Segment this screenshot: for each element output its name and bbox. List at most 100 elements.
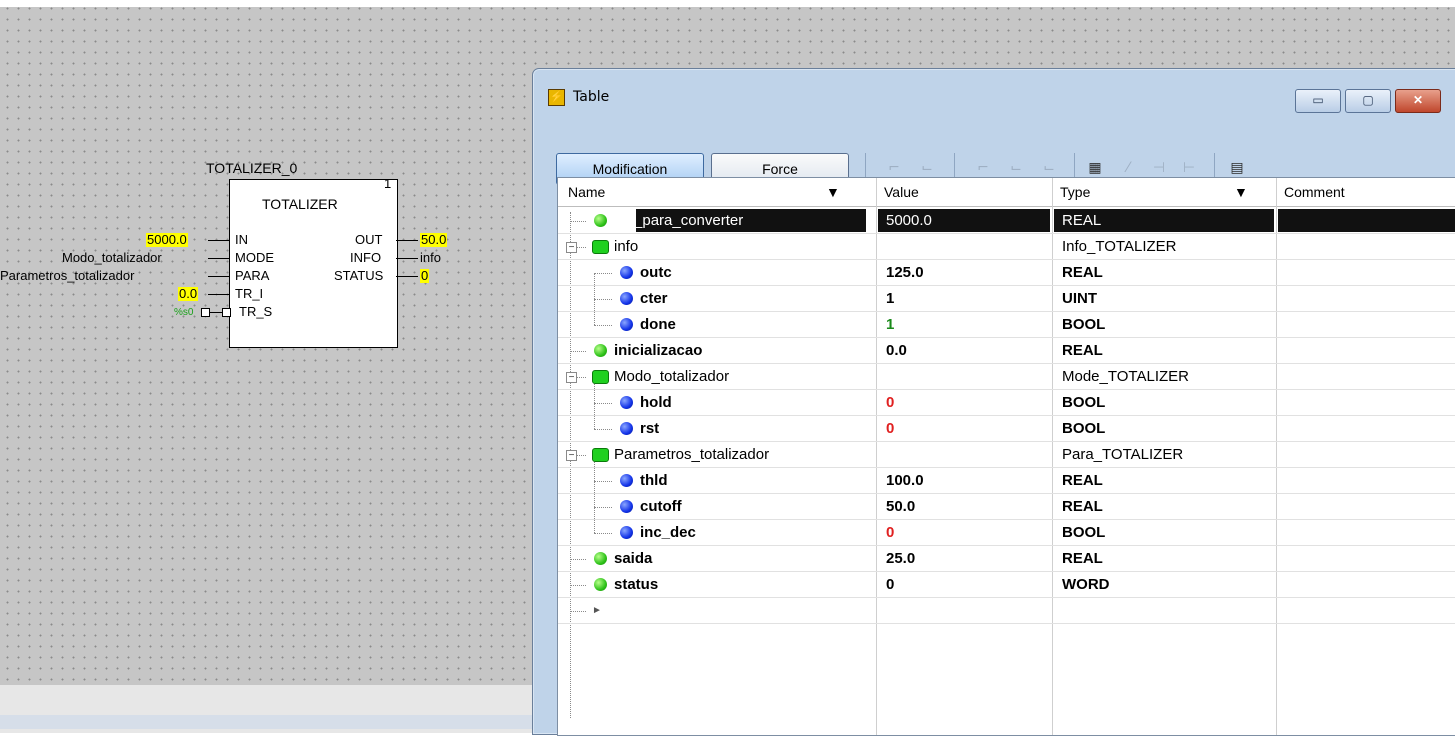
variable-icon — [594, 214, 607, 227]
structure-icon — [592, 370, 609, 384]
variable-name[interactable]: cter — [640, 286, 668, 311]
field-icon — [620, 422, 633, 435]
field-icon — [620, 526, 633, 539]
variable-value[interactable]: 1 — [886, 312, 894, 337]
name-sort-icon[interactable]: ▼ — [826, 178, 840, 206]
variable-name[interactable]: Parametros_totalizador — [614, 442, 769, 467]
tree-connector — [594, 325, 612, 326]
table-window[interactable]: ⚡ Table ▭ ▢ ✕ Modification Force ⌐ ⌙ ⌐ ⌙… — [532, 68, 1455, 736]
set-rising-icon[interactable]: ⌐ — [884, 159, 904, 177]
variable-value[interactable]: 125.0 — [886, 260, 924, 285]
force-falling-icon[interactable]: ⌙ — [1006, 159, 1026, 177]
field-icon — [620, 500, 633, 513]
table-row[interactable] — [558, 468, 1455, 494]
column-header-comment[interactable]: Comment — [1284, 178, 1345, 206]
maximize-button[interactable]: ▢ — [1345, 89, 1391, 113]
variable-value[interactable]: 0 — [886, 520, 894, 545]
variable-name[interactable]: rst — [640, 416, 659, 441]
variable-name[interactable]: info — [614, 234, 638, 259]
variable-name[interactable]: Modo_totalizador — [614, 364, 729, 389]
structure-icon — [592, 240, 609, 254]
unforce-icon[interactable]: ⌙ — [1039, 159, 1059, 177]
variable-name[interactable]: saida — [614, 546, 652, 571]
block-instance-name[interactable]: TOTALIZER_0 — [206, 160, 297, 176]
value-mode[interactable]: Modo_totalizador — [62, 251, 162, 265]
variable-name[interactable]: thld — [640, 468, 668, 493]
wire-info — [396, 258, 418, 259]
status-band — [0, 715, 540, 729]
variable-icon — [594, 344, 607, 357]
canvas-top-edge — [0, 0, 1455, 7]
table-row[interactable] — [558, 260, 1455, 286]
variable-value[interactable]: 25.0 — [886, 546, 915, 571]
variable-name[interactable]: outc — [640, 260, 672, 285]
table-row[interactable] — [558, 286, 1455, 312]
minimize-button[interactable]: ▭ — [1295, 89, 1341, 113]
variable-name[interactable]: status — [614, 572, 658, 597]
variable-value[interactable]: 1 — [886, 286, 894, 311]
table-row[interactable] — [558, 598, 1455, 624]
tree-connector — [570, 559, 586, 560]
variable-type: Info_TOTALIZER — [1062, 238, 1177, 255]
variable-name[interactable]: EA_para_converter — [614, 208, 743, 233]
value-info[interactable]: info — [420, 251, 441, 265]
variable-value[interactable]: 0 — [886, 416, 894, 441]
tree-connector — [570, 611, 586, 612]
column-header-value[interactable]: Value — [884, 178, 919, 206]
variable-type: UINT — [1062, 290, 1097, 307]
row-divider — [558, 623, 1455, 624]
variable-type: WORD — [1062, 576, 1110, 593]
value-tr-s[interactable]: %s0 — [174, 306, 193, 320]
variable-icon — [594, 552, 607, 565]
variable-type: REAL — [1062, 342, 1103, 359]
variable-value[interactable]: 0 — [886, 572, 894, 597]
new-row-arrow-icon[interactable]: ► — [592, 598, 602, 623]
variable-type: BOOL — [1062, 420, 1106, 437]
column-header-type[interactable]: Type — [1060, 178, 1090, 206]
variable-name[interactable]: hold — [640, 390, 672, 415]
value-in[interactable]: 5000.0 — [146, 233, 188, 247]
table-row[interactable] — [558, 546, 1455, 572]
value-para[interactable]: Parametros_totalizador — [0, 269, 134, 283]
variable-type: REAL — [1062, 472, 1103, 489]
variable-value[interactable]: 100.0 — [886, 468, 924, 493]
pin-tr-i: TR_I — [235, 286, 264, 301]
value-tr-i[interactable]: 0.0 — [178, 287, 199, 301]
tree-connector — [570, 351, 586, 352]
type-sort-icon[interactable]: ▼ — [1234, 178, 1248, 206]
set-falling-icon[interactable]: ⌙ — [917, 159, 937, 177]
monitor-icon[interactable]: ▤ — [1227, 159, 1247, 177]
table-row[interactable] — [558, 572, 1455, 598]
variable-type: BOOL — [1062, 394, 1106, 411]
grid-view-icon[interactable]: ▦ — [1085, 159, 1105, 177]
table-row[interactable] — [558, 494, 1455, 520]
close-button[interactable]: ✕ — [1395, 89, 1441, 113]
table-row[interactable] — [558, 416, 1455, 442]
bracket-arrow-icon[interactable]: ⊢ — [1179, 159, 1199, 177]
table-row[interactable] — [558, 312, 1455, 338]
variables-table[interactable]: Name ▼ Value Type ▼ Comment EA_para_conv… — [557, 177, 1455, 736]
table-app-icon: ⚡ — [548, 89, 565, 106]
tree-connector — [594, 507, 612, 508]
variable-value[interactable]: 0.0 — [886, 338, 907, 363]
bracket-icon[interactable]: ⊣ — [1149, 159, 1169, 177]
variable-name[interactable]: done — [640, 312, 676, 337]
collapse-toggle-icon[interactable]: − — [566, 450, 577, 461]
value-out[interactable]: 50.0 — [420, 233, 448, 247]
force-rising-icon[interactable]: ⌐ — [973, 159, 993, 177]
variable-name[interactable]: inc_dec — [640, 520, 696, 545]
table-row[interactable] — [558, 390, 1455, 416]
pin-out: OUT — [355, 232, 383, 247]
edit-icon[interactable]: ⁄ — [1118, 159, 1138, 177]
variable-name[interactable]: inicializacao — [614, 338, 702, 363]
collapse-toggle-icon[interactable]: − — [566, 242, 577, 253]
table-row[interactable] — [558, 234, 1455, 260]
column-header-name[interactable]: Name — [568, 178, 605, 206]
value-status[interactable]: 0 — [420, 269, 430, 283]
variable-value[interactable]: 5000.0 — [886, 208, 932, 233]
variable-value[interactable]: 0 — [886, 390, 894, 415]
variable-name[interactable]: cutoff — [640, 494, 682, 519]
variable-value[interactable]: 50.0 — [886, 494, 915, 519]
collapse-toggle-icon[interactable]: − — [566, 372, 577, 383]
tree-connector — [594, 533, 612, 534]
